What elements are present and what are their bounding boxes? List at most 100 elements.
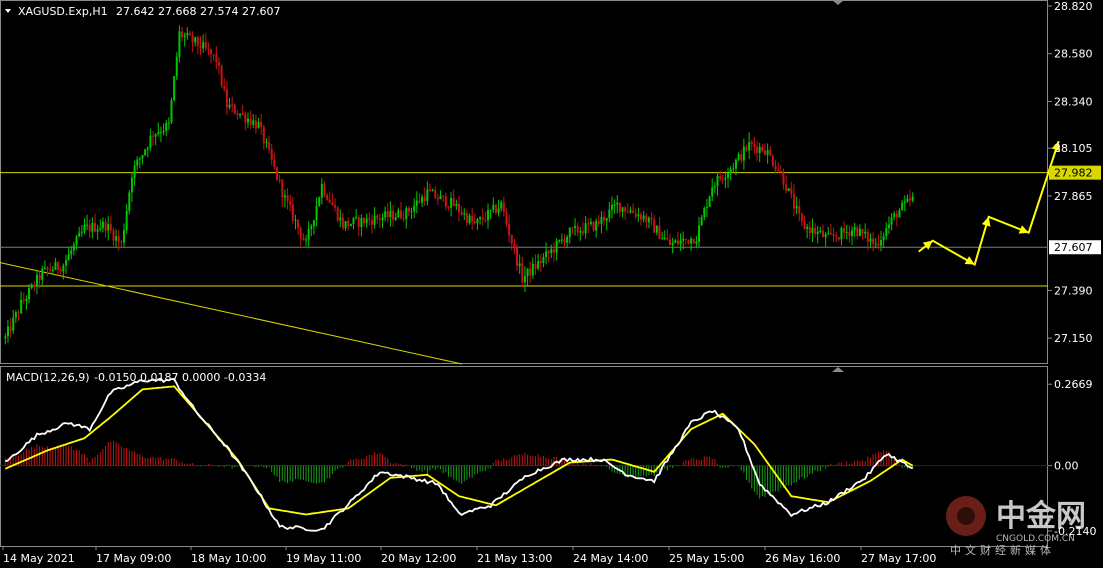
candle-body <box>716 175 719 187</box>
candle-body <box>399 210 402 219</box>
candle-body <box>64 260 67 266</box>
candle-body <box>898 210 901 218</box>
candle-body <box>663 238 666 240</box>
candle-body <box>679 240 682 245</box>
candle-body <box>323 183 326 195</box>
candle-body <box>708 196 711 207</box>
candle-body <box>257 122 260 129</box>
candle-body <box>816 231 819 234</box>
candle-body <box>785 184 788 192</box>
candle-body <box>484 219 487 221</box>
candle-body <box>824 234 827 238</box>
candle-body <box>489 209 492 211</box>
candle-body <box>516 246 519 266</box>
candle-body <box>811 227 814 234</box>
candle-body <box>312 220 315 227</box>
candle-body <box>352 218 355 225</box>
candle-body <box>906 198 909 202</box>
axes: 28.820 28.580 28.340 28.105 27.865 27.607 27.3… <box>2 0 1101 565</box>
price-axis-label: 28.820 <box>1054 0 1093 13</box>
chart-area: 中金网 CNGOLD.COM.CN 中文财经新媒体 28.82028.58028… <box>0 0 1101 565</box>
candle-body <box>829 233 832 235</box>
candle-body <box>874 243 877 245</box>
candle-body <box>458 204 460 213</box>
candle-body <box>434 190 437 198</box>
candle-body <box>217 62 220 66</box>
candle-body <box>49 269 52 271</box>
candle-body <box>777 169 780 171</box>
candle-body <box>473 221 476 224</box>
candle-body <box>476 219 479 224</box>
candle-body <box>840 228 843 240</box>
candle-body <box>30 284 33 288</box>
candle-body <box>165 122 168 131</box>
candle-body <box>481 217 484 220</box>
candle-body <box>244 113 247 123</box>
candle-body <box>769 150 772 156</box>
macd-axis-label: -0.2140 <box>1054 525 1096 538</box>
candle-body <box>75 236 78 245</box>
candle-body <box>20 299 23 314</box>
candle-body <box>136 159 139 166</box>
candle-body <box>115 236 118 241</box>
macd-panel <box>0 377 1048 532</box>
candle-body <box>890 217 893 225</box>
candle-body <box>152 135 155 137</box>
candle-body <box>215 54 218 63</box>
candle-body <box>88 224 91 232</box>
candle-body <box>120 241 123 243</box>
candle-body <box>600 216 603 224</box>
candle-body <box>460 212 463 215</box>
candle-body <box>178 31 181 57</box>
candle-body <box>418 200 421 203</box>
candle-body <box>510 235 513 244</box>
candle-body <box>444 196 447 207</box>
candle-body <box>711 187 714 197</box>
candle-body <box>674 240 677 243</box>
candle-body <box>167 122 170 124</box>
candle-body <box>431 190 434 192</box>
candle-body <box>421 196 424 203</box>
level-price-label: 27.982 <box>1054 167 1093 180</box>
candle-body <box>637 214 640 217</box>
candle-body <box>642 215 645 220</box>
candle-body <box>526 268 529 277</box>
candle-body <box>497 208 500 213</box>
candle-body <box>99 228 102 230</box>
candle-body <box>626 211 629 213</box>
time-axis-label: 19 May 11:00 <box>286 552 361 565</box>
candle-body <box>360 217 363 227</box>
time-axis-label: 27 May 17:00 <box>861 552 936 565</box>
candle-body <box>547 251 550 254</box>
candle-body <box>249 118 252 125</box>
candle-body <box>608 209 611 219</box>
candle-body <box>241 113 244 115</box>
candle-body <box>423 196 426 202</box>
candle-body <box>758 146 761 153</box>
candle-body <box>289 201 292 205</box>
candle-body <box>576 225 579 233</box>
candle-body <box>887 224 890 229</box>
candle-body <box>584 223 587 234</box>
candle-body <box>555 240 558 253</box>
time-axis-label: 17 May 09:00 <box>96 552 171 565</box>
macd-axis-label: 0.00 <box>1054 460 1079 473</box>
price-panel <box>0 25 1061 365</box>
price-axis-label: 27.390 <box>1054 284 1093 297</box>
candle-body <box>347 220 350 227</box>
candle-body <box>774 165 777 170</box>
candle-body <box>107 224 110 231</box>
candle-body <box>41 268 44 280</box>
candle-body <box>67 254 70 261</box>
candle-body <box>653 219 656 233</box>
candle-body <box>869 238 872 242</box>
dropdown-triangle-icon[interactable] <box>5 9 11 13</box>
candle-body <box>500 202 503 209</box>
candle-body <box>223 86 226 90</box>
candle-body <box>35 274 38 287</box>
candle-body <box>634 213 637 217</box>
candle-body <box>17 312 20 314</box>
watermark-tagline: 中文财经新媒体 <box>950 543 1055 557</box>
candle-body <box>320 183 323 198</box>
candle-body <box>310 226 313 229</box>
